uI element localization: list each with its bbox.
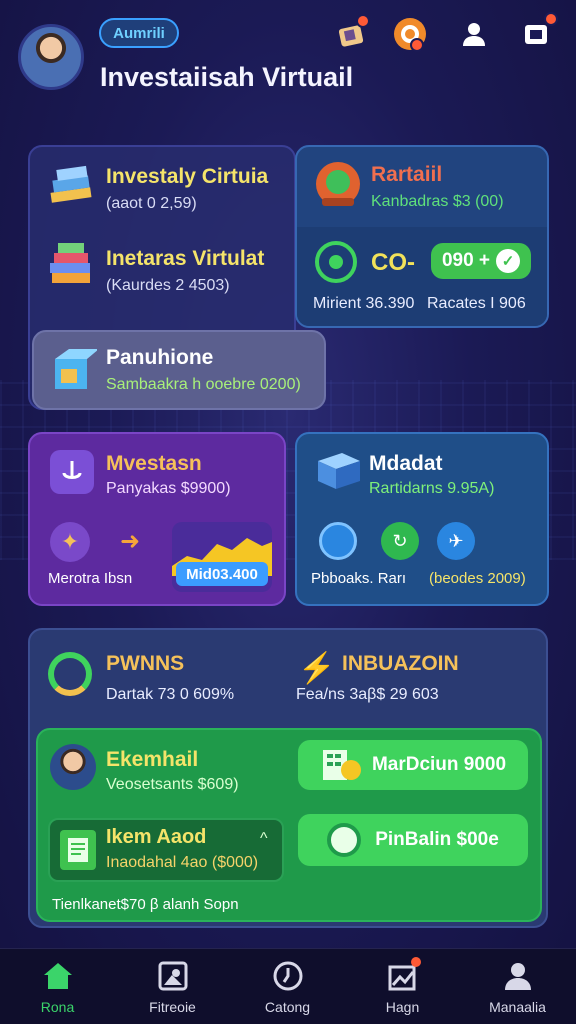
mdadat-label-left: Pbboaks. Rarı [311, 570, 407, 587]
nav-label-fitreoie: Fitreoie [149, 999, 196, 1015]
profile-icon[interactable] [452, 14, 496, 54]
mdadat-title: Mdadat [369, 452, 443, 475]
box-icon [48, 344, 98, 394]
rartaiil-foot-right: Racates I 906 [427, 295, 526, 312]
summary-right-sub: Fea/ns 3aβ$ 29 603 [296, 686, 439, 703]
ticket-title: Ikem Aaod [106, 826, 207, 848]
mvestasn-title: Mvestasn [106, 452, 202, 475]
nav-item-manaalia[interactable]: Manaalia [460, 949, 575, 1024]
notification-dot [410, 957, 421, 967]
ticket-box[interactable]: Ikem Aaod Inaodahal 4ao ($000) ^ [48, 818, 284, 882]
green-footer-text: Tienlkanet$70 β alanh Sopn [52, 896, 239, 913]
stack-icon [46, 239, 96, 291]
coin-icon[interactable] [390, 14, 430, 54]
nav-item-hagn[interactable]: Hagn [345, 949, 460, 1024]
portfolio-item2-title: Inetaras Virtulat [106, 247, 265, 270]
ticket-sub: Inaodahal 4ao ($000) [106, 854, 259, 871]
nav-label-rona: Rona [40, 999, 75, 1015]
chart-value: Mid03.400 [176, 562, 268, 586]
rartaiil-amount: CO- [371, 249, 415, 276]
mdadat-sub: Rartidarns 9.95A) [369, 480, 495, 497]
person-title: Ekemhail [106, 748, 199, 771]
compass-icon[interactable]: ✈ [437, 522, 475, 560]
person-sub: Veosetsants $609) [106, 776, 239, 793]
notification-dot [356, 14, 370, 28]
chart-icon [385, 957, 421, 993]
person-avatar [50, 744, 96, 790]
nav-label-hagn: Hagn [385, 999, 420, 1015]
bottom-navigation: Rona Fitreoie Catong Hagn Manaalia [0, 948, 576, 1024]
green-panel[interactable]: Ekemhail Veosetsants $609) Ikem Aaod Ina… [36, 728, 542, 922]
rartaiil-sub: Kanbadras $3 (00) [371, 193, 504, 210]
user-icon [500, 959, 536, 993]
summary-left-sub: Dartak 73 0 609% [106, 686, 235, 703]
rartaiil-foot-left: Mirient 36.390 [313, 295, 415, 312]
shield-icon[interactable] [319, 522, 357, 560]
mvestasn-card[interactable]: Mvestasn Panyakas $9900) ✦ ➜ Merotra Ibs… [28, 432, 286, 606]
target-icon [315, 241, 357, 283]
rartaiil-card[interactable]: Rartaiil Kanbadras $3 (00) CO- 090 + ✓ M… [295, 145, 549, 328]
ticket-icon [60, 830, 96, 870]
arrow-icon: ➜ [119, 527, 141, 555]
panuhione-sub: Sambaakra h ooebre 0200) [106, 376, 301, 393]
portfolio-item2-sub: (Kaurdes 2 4503) [106, 277, 230, 294]
portfolio-item1-sub: (aaot 0 2,59) [106, 195, 197, 212]
progress-ring-icon [48, 652, 92, 696]
anchor-icon [50, 450, 94, 494]
nav-item-fitreoie[interactable]: Fitreoie [115, 949, 230, 1024]
wallet-icon[interactable] [516, 12, 558, 54]
mvestasn-label: Merotra Ibsn [48, 570, 133, 587]
marduin-label: MarDciun 9000 [371, 754, 507, 775]
page-title: Investaiisah Virtuail [100, 62, 354, 92]
marduin-button[interactable]: MarDciun 9000 [298, 740, 528, 790]
calculator-icon [320, 747, 364, 783]
panuhione-title: Panuhione [106, 346, 214, 369]
nav-item-catong[interactable]: Catong [230, 949, 345, 1024]
home-icon [40, 959, 76, 993]
notification-dot [544, 12, 558, 26]
account-badge[interactable]: Aumrili [99, 18, 179, 48]
nav-item-rona[interactable]: Rona [0, 949, 115, 1024]
pinbalin-label: PinBalin $00e [375, 829, 499, 850]
trophy-icon [311, 157, 365, 211]
photo-icon [155, 959, 191, 993]
rartaiil-action-button[interactable]: 090 + ✓ [431, 243, 531, 279]
summary-left-title: PWNNS [106, 652, 185, 675]
mdadat-card[interactable]: Mdadat Rartidarns 9.95A) ↻ ✈ Pbboaks. Ra… [295, 432, 549, 606]
server-icon [313, 448, 363, 494]
rartaiil-title: Rartaiil [371, 163, 443, 186]
notification-dot [410, 38, 424, 52]
nav-label-catong: Catong [264, 999, 311, 1015]
summary-right-title: INBUAZOIN [342, 652, 459, 675]
mini-area-chart[interactable]: Mid03.400 [172, 522, 272, 592]
mvestasn-sub: Panyakas $9900) [106, 480, 231, 497]
mdadat-label-right: (beodes 2009) [429, 570, 526, 587]
books-icon [46, 163, 96, 211]
coin-toggle-icon [327, 823, 362, 857]
chevron-up-icon[interactable]: ^ [260, 830, 268, 848]
check-icon: ✓ [496, 249, 521, 273]
nav-label-manaalia: Manaalia [489, 999, 546, 1015]
gift-icon[interactable] [332, 14, 372, 54]
rartaiil-pill-label: 090 + [441, 250, 491, 271]
star-icon[interactable]: ✦ [50, 522, 90, 562]
clock-icon [270, 959, 306, 993]
user-avatar[interactable] [18, 24, 84, 90]
pinbalin-button[interactable]: PinBalin $00e [298, 814, 528, 866]
refresh-icon[interactable]: ↻ [381, 522, 419, 560]
panuhione-card[interactable]: Panuhione Sambaakra h ooebre 0200) [32, 330, 326, 410]
lightning-icon: ⚡ [298, 651, 336, 685]
portfolio-item1-title: Investaly Cirtuia [106, 165, 269, 188]
